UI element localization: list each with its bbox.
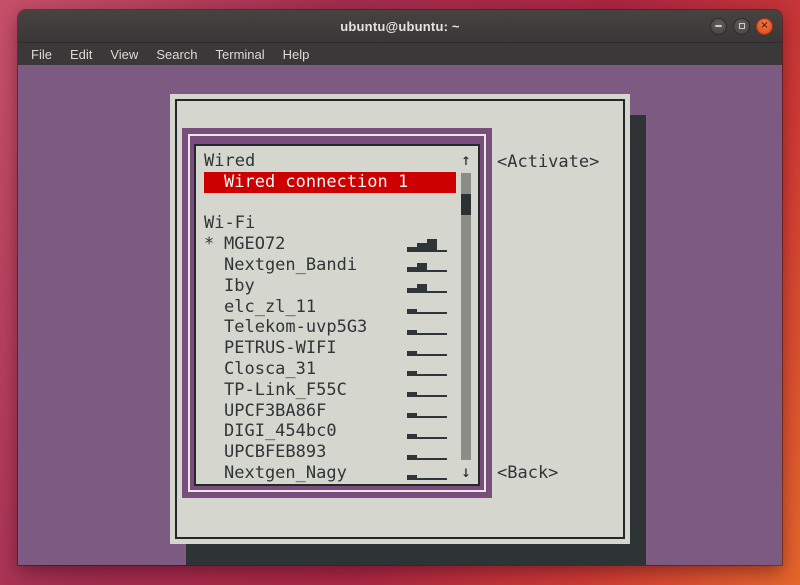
list-blank-row	[196, 193, 478, 214]
scrollbar-up-icon[interactable]: ↑	[460, 152, 472, 168]
network-name: PETRUS-WIFI	[224, 338, 337, 359]
connection-list-window: ↑ ↓ Wired Wired connection 1 Wi-Fi * MGEO72 N…	[182, 128, 492, 498]
list-item[interactable]: TP-Link_F55C	[196, 380, 478, 401]
list-section-header: Wi-Fi	[196, 213, 478, 234]
network-name: Closca_31	[224, 358, 317, 379]
section-label: Wired	[204, 151, 256, 171]
network-name: UPCF3BA86F	[224, 400, 327, 421]
minimize-button[interactable]	[710, 17, 727, 35]
menu-item-edit[interactable]: Edit	[61, 45, 101, 64]
list-item[interactable]: UPCBFEB893	[196, 442, 478, 463]
list-item[interactable]: UPCF3BA86F	[196, 401, 478, 422]
signal-strength-icon	[407, 402, 447, 418]
signal-strength-icon	[407, 423, 447, 439]
list-item[interactable]: Telekom-uvp5G3	[196, 317, 478, 338]
network-name: DIGI_454bc0	[224, 421, 337, 442]
network-name: TP-Link_F55C	[224, 379, 347, 400]
list-item[interactable]: PETRUS-WIFI	[196, 338, 478, 359]
list-item[interactable]: Iby	[196, 276, 478, 297]
titlebar[interactable]: ubuntu@ubuntu: ~ ×	[18, 10, 782, 42]
terminal-screen[interactable]: ↑ ↓ Wired Wired connection 1 Wi-Fi * MGEO72 N…	[18, 65, 782, 565]
menu-item-help[interactable]: Help	[274, 45, 319, 64]
signal-strength-icon	[407, 277, 447, 294]
menu-item-terminal[interactable]: Terminal	[207, 45, 274, 64]
connection-list[interactable]: ↑ ↓ Wired Wired connection 1 Wi-Fi * MGEO72 N…	[194, 144, 480, 486]
network-name: Wired connection 1	[224, 171, 409, 192]
list-item[interactable]: Nextgen_Bandi	[196, 255, 478, 276]
close-button[interactable]: ×	[756, 17, 773, 35]
network-name: Iby	[224, 275, 255, 296]
menu-item-search[interactable]: Search	[147, 45, 206, 64]
close-icon: ×	[760, 20, 769, 31]
signal-strength-icon	[407, 298, 447, 314]
list-item[interactable]: DIGI_454bc0	[196, 421, 478, 442]
minimize-icon	[715, 25, 722, 27]
list-item[interactable]: elc_zl_11	[196, 297, 478, 318]
list-item[interactable]: Nextgen_Nagy	[196, 463, 478, 484]
menu-item-view[interactable]: View	[101, 45, 147, 64]
back-button[interactable]: <Back>	[497, 463, 558, 483]
signal-strength-icon	[407, 444, 447, 460]
menu-item-file[interactable]: File	[22, 45, 61, 64]
signal-strength-icon	[407, 236, 447, 252]
list-item[interactable]: Closca_31	[196, 359, 478, 380]
signal-strength-icon	[407, 360, 447, 377]
signal-strength-icon	[407, 464, 447, 481]
list-section-header: Wired	[196, 151, 478, 172]
list-item[interactable]: Wired connection 1	[204, 171, 456, 193]
nmtui-dialog: ↑ ↓ Wired Wired connection 1 Wi-Fi * MGEO72 N…	[170, 94, 630, 544]
scrollbar-thumb[interactable]	[461, 194, 471, 215]
signal-strength-icon	[407, 340, 447, 356]
maximize-button[interactable]	[733, 17, 750, 35]
network-name: Telekom-uvp5G3	[224, 317, 368, 338]
activate-button[interactable]: <Activate>	[497, 152, 599, 172]
network-name: UPCBFEB893	[224, 442, 327, 463]
network-name: Nextgen_Nagy	[224, 462, 347, 483]
window-title: ubuntu@ubuntu: ~	[340, 18, 460, 34]
list-item[interactable]: * MGEO72	[196, 234, 478, 255]
scrollbar-track[interactable]	[461, 173, 471, 460]
network-name: elc_zl_11	[224, 296, 317, 317]
network-name: MGEO72	[224, 234, 286, 255]
section-label: Wi-Fi	[204, 213, 256, 234]
connected-star-icon: *	[204, 234, 215, 255]
signal-strength-icon	[407, 256, 447, 273]
signal-strength-icon	[407, 381, 447, 398]
menu-bar: File Edit View Search Terminal Help	[18, 42, 782, 65]
terminal-window: ubuntu@ubuntu: ~ × File Edit View Search Ter…	[18, 10, 782, 565]
window-controls: ×	[710, 10, 773, 42]
signal-strength-icon	[407, 319, 447, 335]
scrollbar-down-icon[interactable]: ↓	[460, 464, 472, 480]
maximize-icon	[738, 23, 745, 29]
network-name: Nextgen_Bandi	[224, 254, 358, 275]
